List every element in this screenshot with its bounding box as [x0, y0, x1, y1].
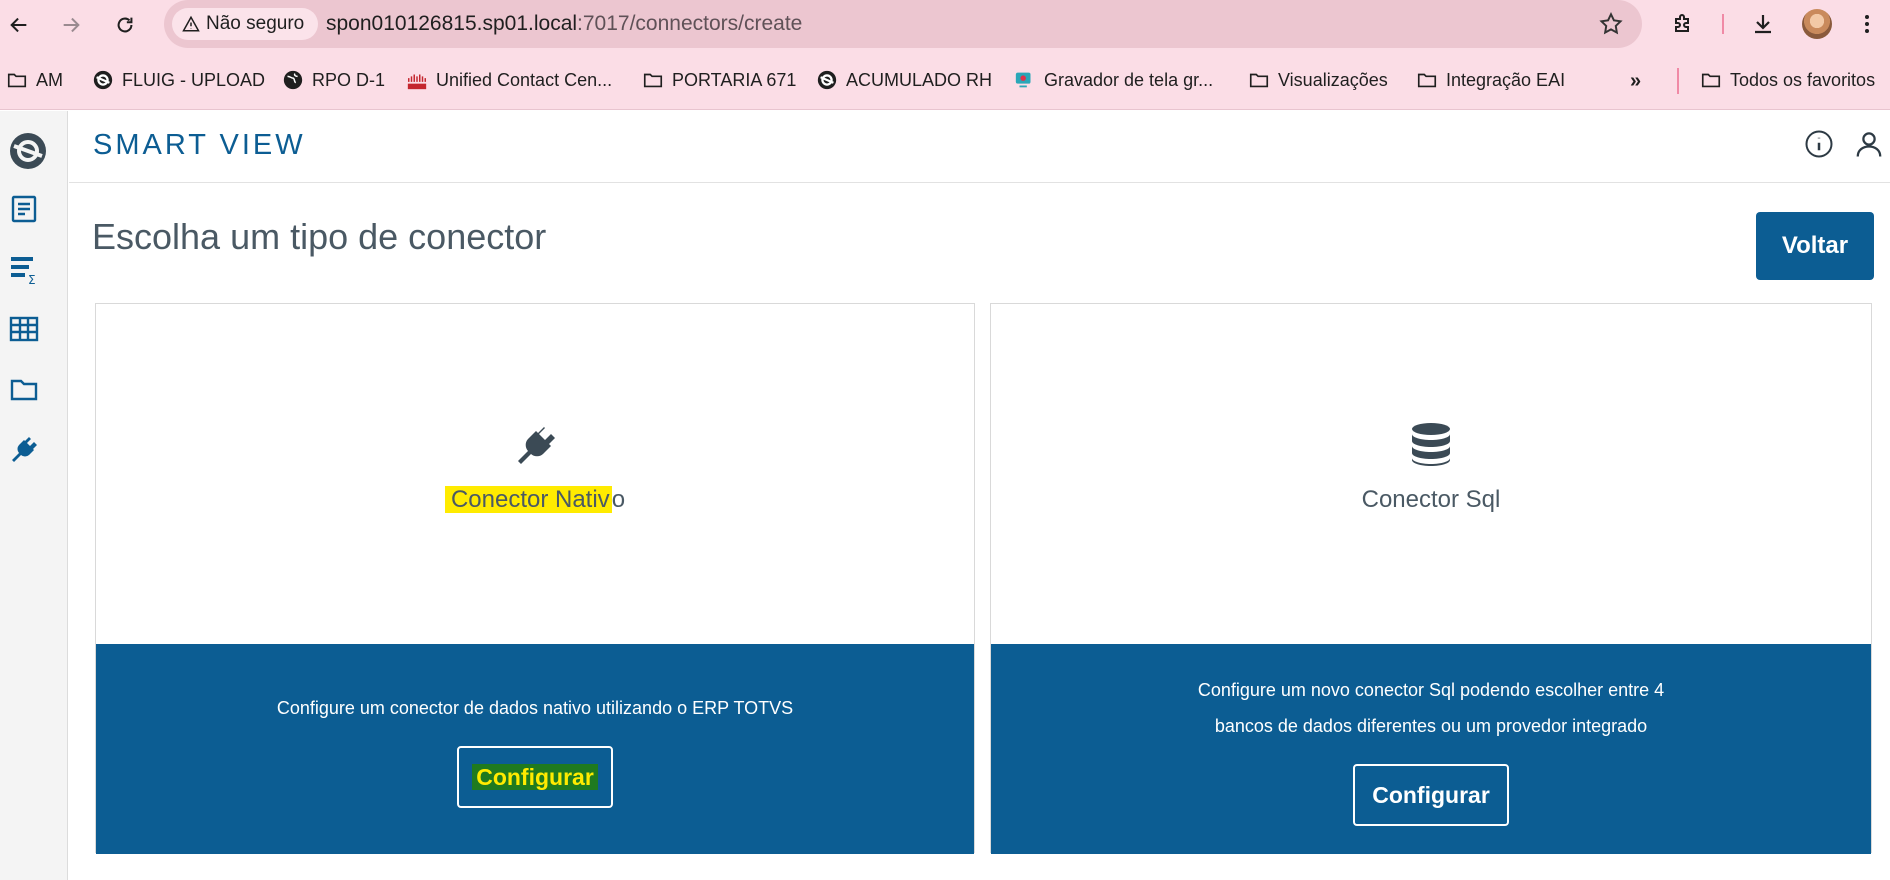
url-path: :7017/connectors/create — [577, 12, 803, 35]
extensions-icon[interactable] — [1668, 9, 1698, 39]
bookmarks-bar: AM FLUIG - UPLOAD RPO D-1 Unified Contac… — [0, 60, 1890, 98]
back-button[interactable]: Voltar — [1756, 212, 1874, 280]
page-title: Escolha um tipo de conector — [92, 216, 547, 257]
kebab-menu-icon[interactable] — [1852, 9, 1882, 39]
card-title: Conector Nativo — [96, 486, 974, 514]
app-header: SMART VIEW — [69, 111, 1890, 183]
forward-button[interactable] — [56, 10, 86, 40]
card-title-rest: o — [611, 486, 626, 513]
reload-icon — [117, 17, 133, 33]
card-title-highlighted: Conector Nativ — [444, 486, 612, 513]
logo-icon[interactable] — [8, 131, 48, 171]
configure-label: Configurar — [472, 763, 598, 790]
info-icon[interactable] — [1804, 129, 1834, 159]
bookmark-star-icon[interactable] — [1598, 11, 1624, 37]
database-icon — [1412, 423, 1450, 466]
bookmark-fluig-upload[interactable]: FLUIG - UPLOAD — [92, 66, 265, 94]
bookmark-integracao-eai[interactable]: Integração EAI — [1416, 66, 1565, 94]
bookmark-gravador[interactable]: Gravador de tela gr... — [1014, 66, 1213, 94]
card-header-area: Conector Nativo — [96, 304, 974, 644]
url-text[interactable]: spon010126815.sp01.local:7017/connectors… — [326, 12, 802, 36]
url-host: spon010126815.sp01.local — [326, 12, 578, 35]
folder-icon[interactable] — [6, 371, 42, 407]
address-bar[interactable]: Não seguro spon010126815.sp01.local:7017… — [164, 0, 1642, 48]
globe-icon — [283, 70, 303, 90]
bookmark-label: Gravador de tela gr... — [1044, 69, 1214, 90]
plug-icon — [518, 424, 555, 464]
bookmark-label: Todos os favoritos — [1730, 69, 1876, 90]
list-sum-icon[interactable]: Σ — [6, 251, 42, 287]
bookmark-visualizacoes[interactable]: Visualizações — [1248, 66, 1388, 94]
browser-chrome: Não seguro spon010126815.sp01.local:7017… — [0, 0, 1890, 110]
card-description-line-2: bancos de dados diferentes ou um provedo… — [1214, 716, 1648, 736]
folder-icon — [643, 73, 663, 88]
all-bookmarks-folder[interactable]: Todos os favoritos — [1700, 66, 1875, 94]
configure-sql-button[interactable]: Configurar — [1353, 764, 1509, 826]
screen-recorder-icon — [1015, 72, 1031, 88]
arrow-right-icon — [63, 17, 80, 33]
card-header-area: Conector Sql — [991, 304, 1871, 644]
reload-button[interactable] — [110, 10, 140, 40]
bookmark-label: PORTARIA 671 — [672, 69, 797, 90]
bookmark-portaria-671[interactable]: PORTARIA 671 — [642, 66, 796, 94]
cisco-icon — [407, 74, 427, 90]
plug-icon[interactable] — [6, 431, 42, 467]
user-icon[interactable] — [1854, 129, 1884, 159]
totvs-logo-icon — [817, 70, 837, 90]
native-connector-card: Conector Nativo Configure um conector de… — [95, 303, 975, 854]
bookmark-label: FLUIG - UPLOAD — [122, 69, 266, 90]
app-sidebar: Σ — [0, 111, 68, 880]
card-title: Conector Sql — [1361, 486, 1501, 513]
security-label: Não seguro — [206, 13, 305, 34]
card-footer-area: Configure um conector de dados nativo ut… — [96, 644, 974, 854]
app-title: SMART VIEW — [93, 129, 306, 161]
sql-connector-card: Conector Sql Configure um novo conector … — [990, 303, 1872, 854]
folder-icon — [1249, 73, 1269, 88]
card-description: Configure um conector de dados nativo ut… — [276, 698, 794, 718]
folder-icon — [1417, 73, 1437, 88]
security-chip[interactable]: Não seguro — [172, 8, 319, 40]
profile-avatar[interactable] — [1802, 9, 1832, 39]
configure-native-button[interactable]: Configurar — [457, 746, 613, 808]
download-icon[interactable] — [1748, 9, 1778, 39]
card-description-line-1: Configure um novo conector Sql podendo e… — [1197, 680, 1665, 700]
svg-text:Σ: Σ — [28, 273, 36, 285]
totvs-logo-icon — [93, 70, 113, 90]
bookmarks-overflow-button[interactable]: » — [1630, 70, 1641, 93]
bookmark-am[interactable]: AM — [6, 66, 63, 94]
bookmark-rpo-d1[interactable]: RPO D-1 — [282, 66, 385, 94]
folder-icon — [1701, 73, 1721, 88]
back-button[interactable] — [4, 10, 34, 40]
bookmark-label: RPO D-1 — [312, 69, 386, 90]
report-icon[interactable] — [6, 191, 42, 227]
bookmark-label: Integração EAI — [1446, 69, 1566, 90]
arrow-left-icon — [10, 17, 27, 33]
bookmark-label: AM — [36, 69, 63, 90]
folder-icon — [7, 73, 27, 88]
toolbar-divider — [1722, 14, 1724, 34]
warning-icon — [182, 15, 200, 32]
bookmark-label: Visualizações — [1278, 69, 1388, 90]
card-footer-area: Configure um novo conector Sql podendo e… — [991, 644, 1871, 854]
bookmark-label: Unified Contact Cen... — [436, 69, 613, 90]
bookmark-acumulado-rh[interactable]: ACUMULADO RH — [816, 66, 992, 94]
bookmark-unified-contact[interactable]: Unified Contact Cen... — [406, 66, 612, 94]
bookmark-label: ACUMULADO RH — [846, 69, 993, 90]
table-icon[interactable] — [6, 311, 42, 347]
bookmarks-divider — [1677, 68, 1679, 94]
